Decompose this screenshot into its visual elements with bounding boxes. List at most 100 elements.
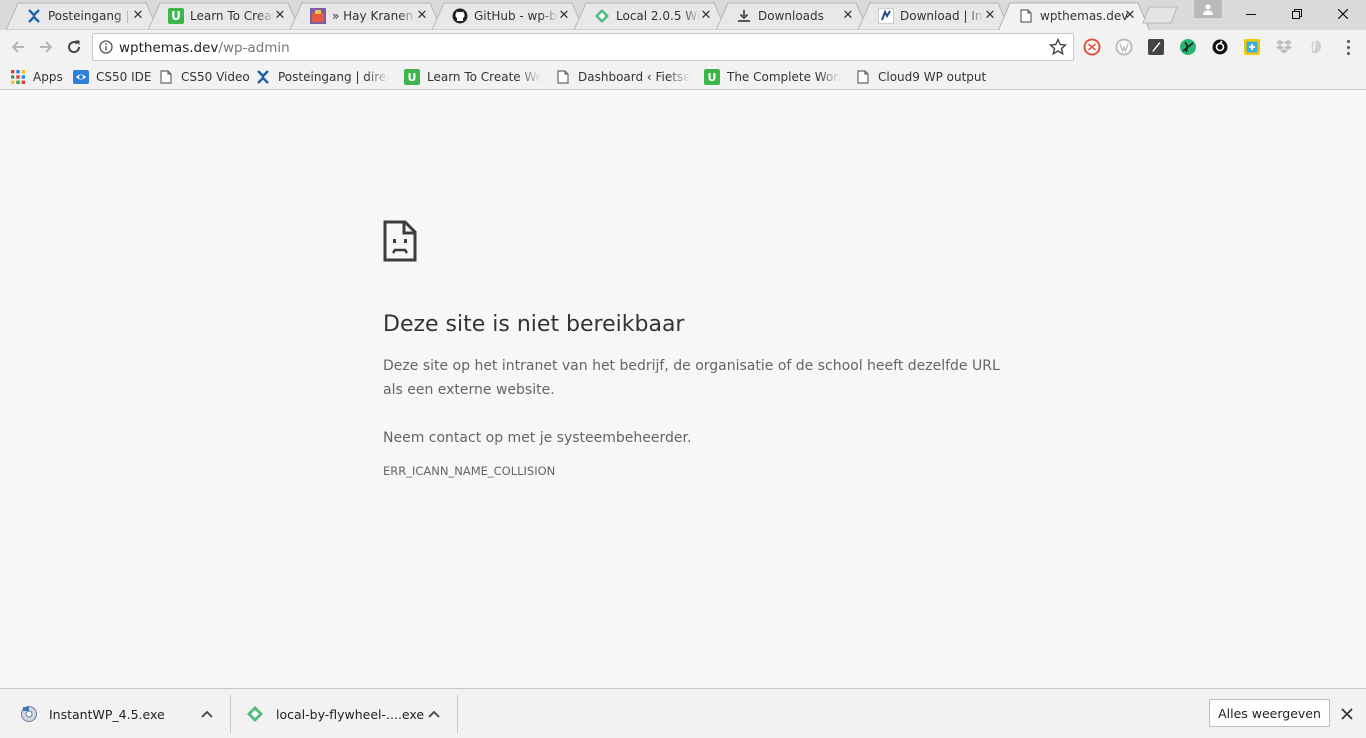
tab-title: GitHub - wp-bootstrap — [474, 9, 558, 23]
close-window-button[interactable] — [1320, 0, 1366, 28]
restore-button[interactable] — [1274, 0, 1320, 28]
bookmark-label: CS50 IDE — [96, 70, 152, 84]
chevron-up-icon[interactable] — [199, 706, 215, 722]
minimize-icon — [1246, 14, 1256, 15]
minimize-button[interactable] — [1228, 0, 1274, 28]
tab-close-icon[interactable]: ✕ — [698, 8, 714, 24]
tab-title: Downloads — [758, 9, 824, 23]
tab-title: » Hay Kranen — [332, 9, 414, 23]
info-icon[interactable] — [99, 40, 113, 54]
bookmark-complete-wordpress[interactable]: U The Complete WordPress — [704, 67, 841, 87]
dropbox-icon[interactable] — [1275, 38, 1293, 56]
tab-close-icon[interactable]: ✕ — [840, 8, 856, 24]
page-icon — [855, 69, 871, 85]
error-page: Deze site is niet bereikbaar Deze site o… — [0, 90, 1366, 688]
tab-close-icon[interactable]: ✕ — [272, 8, 288, 24]
tab-hay-kranen[interactable]: » Hay Kranen ✕ — [290, 2, 442, 30]
udemy-u-icon: U — [168, 8, 184, 24]
haykranen-icon — [310, 8, 326, 24]
forward-button[interactable] — [36, 37, 56, 57]
bookmark-label: Learn To Create WordPress — [427, 70, 541, 84]
tab-close-icon[interactable]: ✕ — [556, 8, 572, 24]
tab-close-icon[interactable]: ✕ — [982, 8, 998, 24]
profile-button[interactable] — [1194, 0, 1222, 18]
bookmarks-bar: Apps CS50 IDE CS50 Video Posteingang | d… — [0, 64, 1366, 90]
arrow-left-icon — [11, 41, 24, 53]
extension-green-globe-icon[interactable] — [1179, 38, 1197, 56]
reload-button[interactable] — [64, 37, 84, 57]
tab-posteingang[interactable]: Posteingang | directBOX ✕ — [6, 2, 158, 30]
reload-icon — [68, 40, 81, 54]
arrow-right-icon — [40, 41, 53, 53]
tab-download-instantwp[interactable]: Download | InstantWP ✕ — [858, 2, 1010, 30]
tab-learn-to-create[interactable]: U Learn To Create WordPress Themes ✕ — [148, 2, 300, 30]
download-filename: InstantWP_4.5.exe — [49, 707, 165, 722]
extension-red-icon[interactable] — [1083, 38, 1101, 56]
show-all-downloads-button[interactable]: Alles weergeven — [1209, 699, 1330, 727]
tab-close-icon[interactable]: ✕ — [414, 8, 430, 24]
new-tab-button[interactable] — [1142, 6, 1178, 24]
tab-title: Learn To Create WordPress Themes — [190, 9, 274, 23]
bookmark-label: Apps — [33, 70, 63, 84]
bookmark-cloud9[interactable]: Cloud9 WP output — [855, 67, 986, 87]
extension-yellow-icon[interactable] — [1243, 38, 1261, 56]
bookmark-star-icon[interactable] — [1049, 38, 1067, 56]
url-text[interactable]: wpthemas.dev/wp-admin — [119, 39, 290, 57]
url-host: wpthemas.dev — [119, 40, 219, 56]
extension-feather-icon[interactable] — [1147, 38, 1165, 56]
apps-grid-icon — [10, 69, 26, 85]
tab-close-icon[interactable]: ✕ — [130, 8, 146, 24]
close-shelf-button[interactable] — [1338, 705, 1356, 723]
tab-downloads[interactable]: Downloads ✕ — [716, 2, 868, 30]
bookmark-label: Posteingang | directBOX — [278, 70, 389, 84]
bookmark-label: Dashboard ‹ Fietsersbond — [578, 70, 690, 84]
address-bar[interactable]: wpthemas.dev/wp-admin — [92, 33, 1074, 61]
udemy-u-icon: U — [704, 69, 720, 85]
bookmark-dashboard[interactable]: Dashboard ‹ Fietsersbond — [555, 67, 690, 87]
download-item-local-by-flywheel[interactable]: local-by-flywheel-....exe — [227, 689, 457, 738]
close-icon — [1341, 708, 1353, 720]
download-item-instantwp[interactable]: InstantWP_4.5.exe — [0, 689, 230, 738]
error-title: Deze site is niet bereikbaar — [383, 312, 685, 337]
page-icon — [1018, 8, 1034, 24]
bookmark-cs50-video[interactable]: CS50 Video — [158, 67, 250, 87]
tab-local[interactable]: Local 2.0.5 Windows ✕ — [574, 2, 726, 30]
tab-title: Local 2.0.5 Windows — [616, 9, 700, 23]
tab-title: Posteingang | directBOX — [48, 9, 132, 23]
error-code: ERR_ICANN_NAME_COLLISION — [383, 464, 556, 478]
bookmark-label: The Complete WordPress — [727, 70, 841, 84]
tab-title: Download | InstantWP — [900, 9, 984, 23]
download-shelf: InstantWP_4.5.exe local-by-flywheel-....… — [0, 688, 1366, 738]
page-icon — [555, 69, 571, 85]
local-flywheel-icon — [594, 8, 610, 24]
tab-close-icon[interactable]: ✕ — [1122, 8, 1138, 24]
bookmark-posteingang[interactable]: Posteingang | directBOX — [255, 67, 389, 87]
more-menu-icon[interactable] — [1342, 38, 1354, 56]
directbox-x-icon — [255, 69, 271, 85]
toolbar: wpthemas.dev/wp-admin — [0, 30, 1366, 64]
instantwp-installer-icon — [21, 706, 37, 722]
tab-strip: Posteingang | directBOX ✕ U Learn To Cre… — [0, 0, 1366, 30]
github-icon — [452, 8, 468, 24]
download-icon — [736, 8, 752, 24]
local-flywheel-icon — [247, 706, 263, 722]
directbox-x-icon — [26, 8, 42, 24]
instantwp-icon — [878, 8, 894, 24]
tab-github[interactable]: GitHub - wp-bootstrap ✕ — [432, 2, 584, 30]
sad-page-icon — [383, 220, 417, 262]
extension-wordpress-icon[interactable] — [1115, 38, 1133, 56]
bookmark-cs50-ide[interactable]: CS50 IDE — [73, 67, 151, 87]
bookmark-apps[interactable]: Apps — [10, 67, 63, 87]
chevron-up-icon[interactable] — [426, 706, 442, 722]
back-button[interactable] — [8, 37, 28, 57]
bookmark-label: Cloud9 WP output — [878, 70, 987, 84]
cs50-ide-icon — [73, 69, 89, 85]
bookmark-learn-to-create[interactable]: U Learn To Create WordPress — [404, 67, 541, 87]
extension-grey-leaf-icon[interactable] — [1307, 38, 1325, 56]
download-filename: local-by-flywheel-....exe — [276, 707, 425, 722]
download-divider — [457, 695, 458, 733]
tab-wpthemas-active[interactable]: wpthemas.dev ✕ — [998, 2, 1150, 30]
bookmark-label: CS50 Video — [181, 70, 250, 84]
page-icon — [158, 69, 174, 85]
extension-black-circle-icon[interactable] — [1211, 38, 1229, 56]
